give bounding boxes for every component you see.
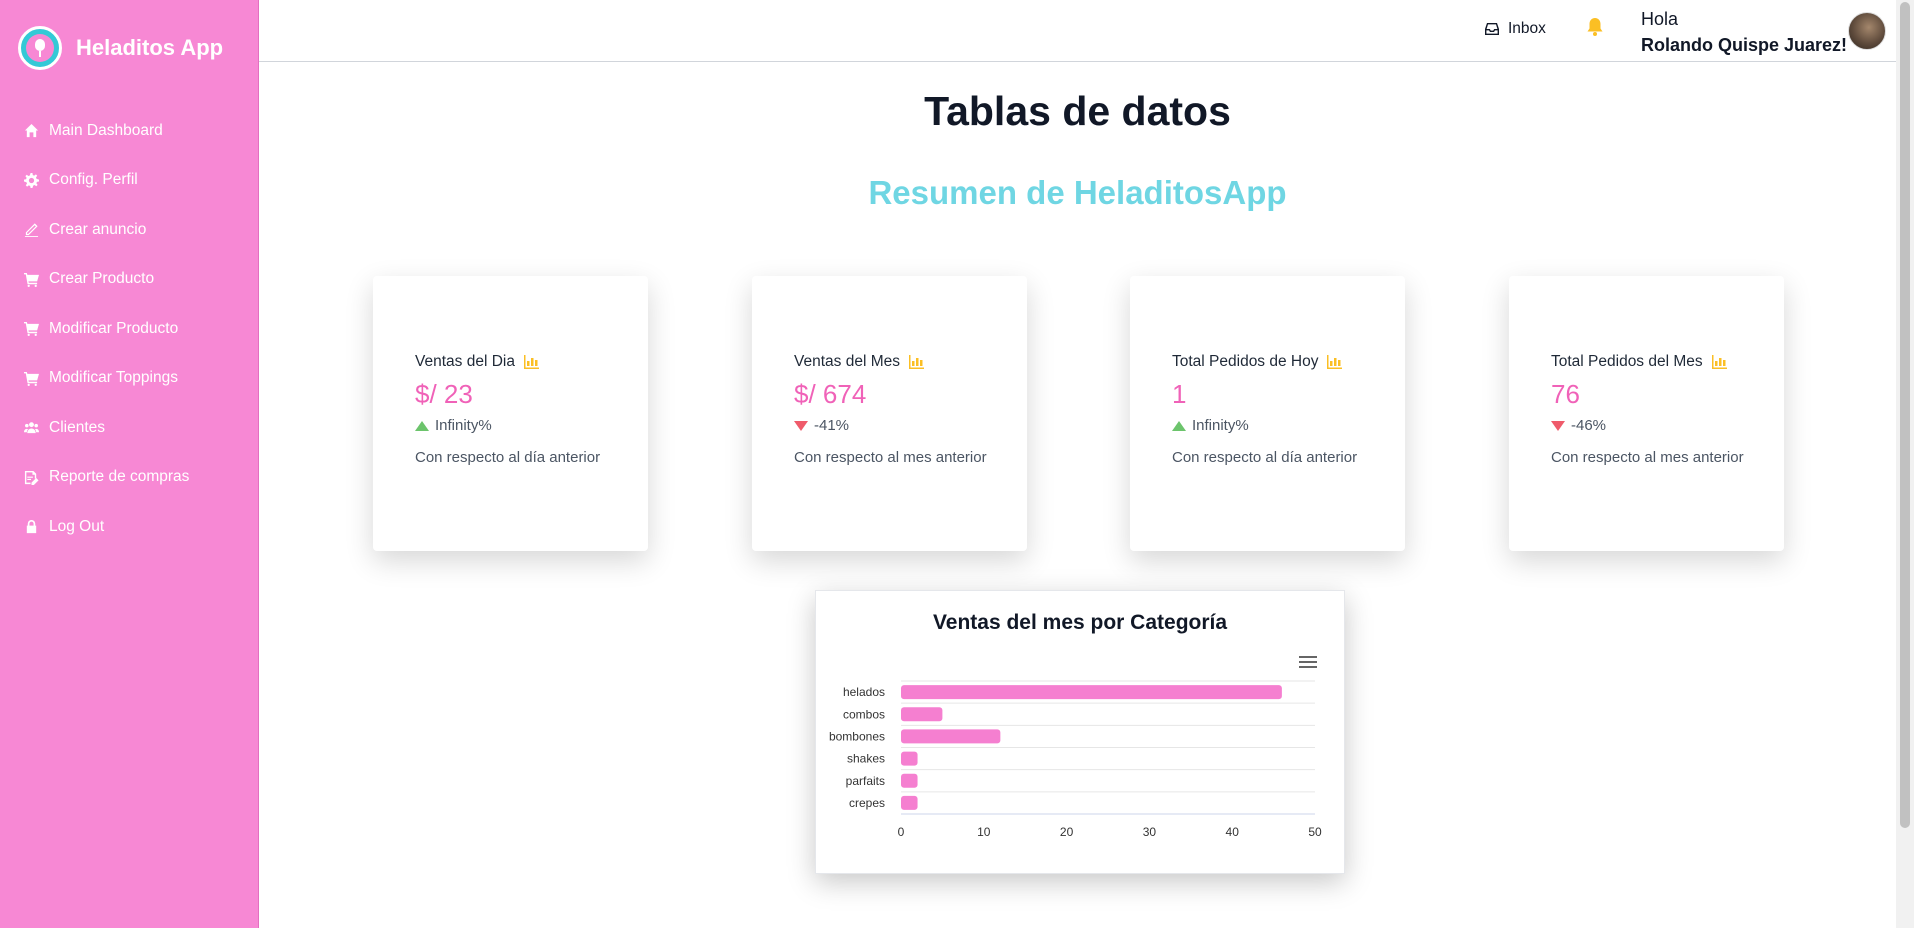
bar-shakes [901, 751, 918, 766]
sidebar-item-label: Modificar Producto [49, 319, 179, 337]
inbox-label: Inbox [1508, 20, 1546, 37]
bar-crepes [901, 795, 918, 810]
bar-chart: 0 10 20 30 40 50 helados combos bombones shakes pa… [829, 680, 1322, 839]
users-icon [22, 419, 40, 437]
inbox-button[interactable]: Inbox [1485, 20, 1546, 38]
card-title: Total Pedidos de Hoy [1172, 353, 1319, 370]
top-bar: Inbox Hola Rolando Quispe Juarez! [259, 0, 1896, 62]
card-title: Total Pedidos del Mes [1551, 353, 1703, 370]
card-change: -46% [1551, 417, 1606, 434]
bar-combos [901, 707, 943, 722]
stat-card-pedidos-mes: Total Pedidos del Mes 76 -46% Con respec… [1509, 276, 1784, 551]
sidebar-item-label: Crear Producto [49, 270, 155, 288]
category-label: shakes [847, 752, 885, 766]
category-label: helados [843, 685, 885, 699]
bar-bombones [901, 729, 1001, 744]
sidebar-item-label: Crear anuncio [49, 220, 147, 238]
card-change-value: -46% [1571, 417, 1607, 434]
card-change: Infinity% [415, 417, 492, 434]
card-change: Infinity% [1172, 417, 1249, 434]
stat-card-ventas-dia: Ventas del Dia $/ 23 Infinity% Con respe… [373, 276, 648, 551]
x-tick-label: 10 [977, 825, 991, 839]
brand[interactable]: Heladitos App [18, 26, 223, 70]
chart-panel: Ventas del mes por Categoría 0 10 20 30 40 50… [815, 590, 1345, 874]
card-change: -41% [794, 417, 849, 434]
gear-icon [22, 171, 40, 189]
brand-name: Heladitos App [76, 35, 224, 60]
card-title: Ventas del Mes [794, 353, 900, 370]
sidebar-nav: Main Dashboard Config. Perfil Crear anun… [0, 106, 258, 552]
avatar[interactable] [1848, 12, 1886, 50]
card-value: 1 [1172, 379, 1187, 409]
scrollbar[interactable] [1896, 0, 1914, 928]
sidebar-item-main-dashboard[interactable]: Main Dashboard [0, 106, 258, 156]
cart-icon [22, 270, 40, 288]
card-change-value: -41% [814, 417, 850, 434]
x-tick-label: 20 [1060, 825, 1074, 839]
stat-card-ventas-mes: Ventas del Mes $/ 674 -41% Con respecto … [752, 276, 1027, 551]
sidebar-item-clientes[interactable]: Clientes [0, 403, 258, 453]
category-label: crepes [849, 796, 885, 810]
user-name: Rolando Quispe Juarez! [1641, 35, 1848, 55]
bell-icon[interactable] [1584, 16, 1606, 38]
home-icon [22, 122, 40, 140]
card-note: Con respecto al mes anterior [1551, 449, 1744, 466]
sidebar-item-label: Reporte de compras [49, 468, 190, 486]
sidebar-item-label: Config. Perfil [49, 171, 138, 189]
app-logo-icon [18, 26, 62, 70]
bar-chart-icon [1327, 355, 1343, 369]
category-label: bombones [829, 729, 885, 743]
user-greeting: Hola Rolando Quispe Juarez! [1641, 6, 1847, 58]
bar-chart-icon [908, 355, 924, 369]
category-label: combos [843, 707, 885, 721]
x-tick-label: 30 [1143, 825, 1157, 839]
bar-chart-icon [1711, 355, 1727, 369]
sidebar-item-config-perfil[interactable]: Config. Perfil [0, 156, 258, 206]
sidebar-item-log-out[interactable]: Log Out [0, 502, 258, 552]
cart-icon [22, 320, 40, 338]
cart-icon [22, 369, 40, 387]
sidebar-item-modificar-toppings[interactable]: Modificar Toppings [0, 354, 258, 404]
card-note: Con respecto al mes anterior [794, 449, 987, 466]
card-change-value: Infinity% [1192, 417, 1249, 434]
category-label: parfaits [846, 774, 885, 788]
sidebar-item-crear-anuncio[interactable]: Crear anuncio [0, 205, 258, 255]
card-value: $/ 23 [415, 379, 473, 409]
bar-helados [901, 685, 1282, 700]
sidebar-item-label: Log Out [49, 517, 105, 535]
sidebar-item-reporte-de-compras[interactable]: Reporte de compras [0, 453, 258, 503]
page-subtitle: Resumen de HeladitosApp [868, 174, 1287, 211]
x-tick-label: 0 [898, 825, 905, 839]
stat-card-pedidos-hoy: Total Pedidos de Hoy 1 Infinity% Con res… [1130, 276, 1405, 551]
scrollbar-thumb[interactable] [1900, 2, 1910, 828]
bar-chart-icon [523, 355, 539, 369]
lock-icon [22, 518, 40, 536]
sidebar-item-crear-producto[interactable]: Crear Producto [0, 255, 258, 305]
report-icon [22, 468, 40, 486]
bar-parfaits [901, 773, 918, 788]
trend-down-icon [1551, 420, 1565, 431]
card-value: 76 [1551, 379, 1580, 409]
sidebar-item-label: Main Dashboard [49, 121, 163, 139]
card-note: Con respecto al día anterior [1172, 449, 1358, 466]
sidebar-item-label: Clientes [49, 418, 105, 436]
sidebar-item-modificar-producto[interactable]: Modificar Producto [0, 304, 258, 354]
greeting-text: Hola [1641, 9, 1679, 29]
pencil-icon [22, 221, 40, 239]
trend-up-icon [415, 420, 429, 431]
trend-up-icon [1172, 420, 1186, 431]
sidebar-item-label: Modificar Toppings [49, 369, 178, 387]
page-title: Tablas de datos [924, 88, 1231, 134]
trend-down-icon [794, 420, 808, 431]
card-value: $/ 674 [794, 379, 867, 409]
card-note: Con respecto al día anterior [415, 449, 601, 466]
card-title: Ventas del Dia [415, 353, 515, 370]
x-tick-label: 50 [1308, 825, 1322, 839]
inbox-icon [1485, 23, 1499, 35]
sidebar: Heladitos App Main Dashboard Config. Per… [0, 0, 259, 928]
x-tick-label: 40 [1226, 825, 1240, 839]
card-change-value: Infinity% [435, 417, 492, 434]
